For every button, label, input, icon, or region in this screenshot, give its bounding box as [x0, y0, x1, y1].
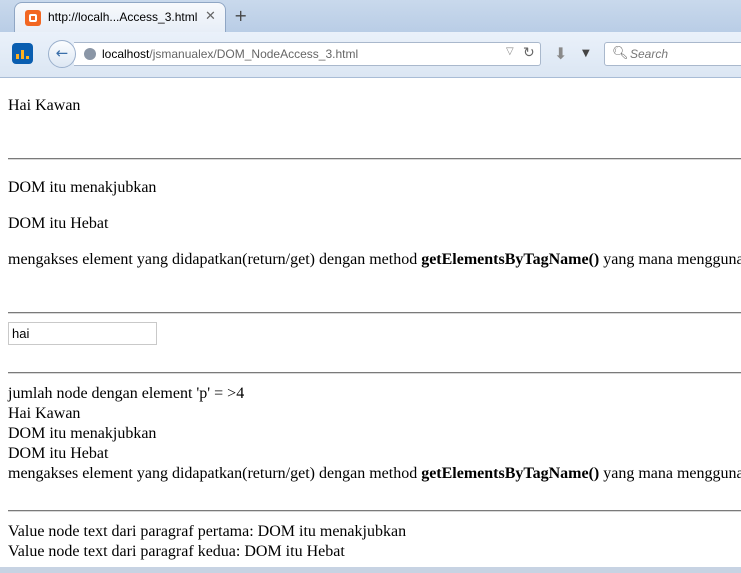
url-host: localhost	[102, 47, 150, 61]
new-tab-icon[interactable]: +	[234, 6, 247, 25]
download-icon[interactable]: ⬇	[554, 44, 567, 63]
chevron-down-icon[interactable]: ▼	[582, 48, 590, 59]
paragraph-1: Hai Kawan	[8, 97, 81, 114]
paragraph-4-text: mengakses element yang didapatkan(return…	[8, 251, 422, 268]
list-item: Hai Kawan	[8, 405, 81, 422]
method-name: getElementsByTagName()	[421, 251, 600, 268]
close-tab-icon[interactable]: ✕	[205, 9, 216, 24]
app-menu-icon[interactable]	[12, 43, 33, 64]
text-input[interactable]: hai	[8, 322, 157, 345]
taskbar-edge	[0, 567, 741, 573]
value-second-paragraph: Value node text dari paragraf kedua: DOM…	[8, 543, 345, 560]
list-item: DOM itu Hebat	[8, 445, 109, 462]
address-bar[interactable]: localhost/jsmanualex/DOM_NodeAccess_3.ht…	[74, 42, 541, 66]
list-item-text: mengakses element yang didapatkan(return…	[8, 465, 422, 482]
back-arrow-icon: ←	[55, 44, 69, 62]
paragraph-3: DOM itu Hebat	[8, 215, 109, 232]
divider	[8, 312, 741, 314]
search-placeholder: Search	[630, 47, 669, 61]
node-count-line: jumlah node dengan element 'p' = >4	[8, 385, 245, 402]
value-first-paragraph: Value node text dari paragraf pertama: D…	[8, 523, 407, 540]
list-item: DOM itu menakjubkan	[8, 425, 157, 442]
method-name: getElementsByTagName()	[421, 465, 600, 482]
page-content: Hai Kawan DOM itu menakjubkan DOM itu He…	[0, 79, 741, 573]
browser-tab[interactable]: http://localh...Access_3.html ✕	[14, 2, 226, 32]
reload-icon[interactable]: ↻	[523, 45, 535, 61]
divider	[8, 158, 741, 160]
search-icon: 🔍︎	[612, 46, 629, 61]
paragraph-4-tail: yang mana menggunakan	[603, 251, 741, 268]
url-text[interactable]: localhost/jsmanualex/DOM_NodeAccess_3.ht…	[102, 47, 358, 61]
back-button[interactable]: ←	[48, 40, 76, 68]
paragraph-4: mengakses element yang didapatkan(return…	[8, 251, 741, 269]
xampp-favicon-icon	[25, 10, 41, 26]
site-identity-icon[interactable]	[84, 48, 96, 60]
paragraph-2: DOM itu menakjubkan	[8, 179, 157, 196]
list-item-tail: yang mana menggunakan	[603, 465, 741, 482]
list-item: mengakses element yang didapatkan(return…	[8, 465, 741, 483]
tab-strip: http://localh...Access_3.html ✕ +	[0, 0, 741, 32]
tab-title: http://localh...Access_3.html	[48, 10, 198, 24]
navigation-toolbar: localhost/jsmanualex/DOM_NodeAccess_3.ht…	[0, 32, 741, 78]
divider	[8, 510, 741, 512]
url-path: /jsmanualex/DOM_NodeAccess_3.html	[149, 47, 359, 61]
history-dropdown-icon[interactable]: ▽	[506, 46, 514, 57]
divider	[8, 372, 741, 374]
search-input[interactable]: 🔍︎ Search	[604, 42, 741, 66]
